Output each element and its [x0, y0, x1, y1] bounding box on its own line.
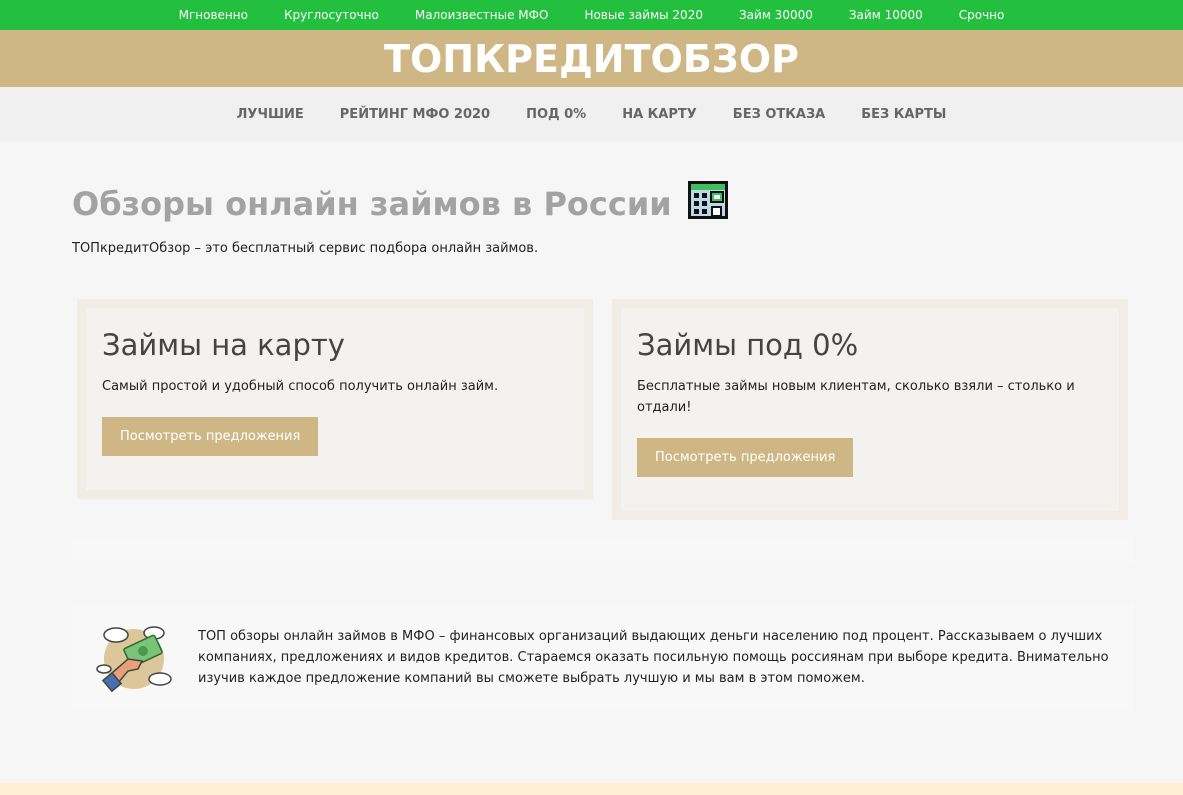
topnav-link-loan-10000[interactable]: Займ 10000 — [831, 0, 941, 30]
bank-building-icon — [686, 179, 730, 229]
view-offers-button[interactable]: Посмотреть предложения — [102, 417, 319, 456]
mainnav-item-no-refusal[interactable]: БЕЗ ОТКАЗА — [715, 107, 843, 122]
topnav-link-urgent[interactable]: Срочно — [941, 0, 1023, 30]
card-loans-zero-percent: Займы под 0% Бесплатные займы новым клие… — [612, 299, 1128, 520]
about-text: ТОП обзоры онлайн займов в МФО – финансо… — [198, 628, 1109, 686]
site-logo-text[interactable]: ТОПКРЕДИТОБЗОР — [384, 37, 799, 81]
mainnav-item-best[interactable]: ЛУЧШИЕ — [219, 107, 322, 122]
about-block: ТОП обзоры онлайн займов в МФО – финансо… — [72, 603, 1134, 711]
divider-strip — [72, 537, 1134, 563]
card-body: Займы на карту Самый простой и удобный с… — [86, 308, 584, 490]
card-title: Займы под 0% — [637, 328, 859, 362]
topnav-link-instant[interactable]: Мгновенно — [161, 0, 266, 30]
mainnav-item-zero-percent[interactable]: ПОД 0% — [508, 107, 604, 122]
card-title: Займы на карту — [102, 328, 345, 362]
site-lead-text: ТОПкредитОбзор – это бесплатный сервис п… — [72, 241, 539, 256]
top-link-bar: Мгновенно Круглосуточно Малоизвестные МФ… — [0, 0, 1183, 30]
hand-with-money-illustration — [72, 603, 198, 711]
topnav-link-24h[interactable]: Круглосуточно — [266, 0, 397, 30]
card-body: Займы под 0% Бесплатные займы новым клие… — [621, 308, 1119, 511]
main-nav: ЛУЧШИЕ РЕЙТИНГ МФО 2020 ПОД 0% НА КАРТУ … — [0, 87, 1183, 141]
card-text: Бесплатные займы новым клиентам, сколько… — [637, 379, 1075, 415]
page-title: Обзоры онлайн займов в России — [72, 179, 730, 229]
mainnav-item-to-card[interactable]: НА КАРТУ — [604, 107, 715, 122]
page-title-text: Обзоры онлайн займов в России — [72, 185, 672, 223]
topnav-link-loan-30000[interactable]: Займ 30000 — [721, 0, 831, 30]
topnav-link-new-loans-2020[interactable]: Новые займы 2020 — [566, 0, 721, 30]
card-text: Самый простой и удобный способ получить … — [102, 379, 499, 394]
site-header: ТОПКРЕДИТОБЗОР — [0, 30, 1183, 87]
footer-band — [0, 783, 1183, 795]
mainnav-item-rating-2020[interactable]: РЕЙТИНГ МФО 2020 — [322, 107, 508, 122]
card-loans-to-card: Займы на карту Самый простой и удобный с… — [77, 299, 593, 499]
mainnav-item-no-card[interactable]: БЕЗ КАРТЫ — [843, 107, 964, 122]
topnav-link-little-known-mfo[interactable]: Малоизвестные МФО — [397, 0, 567, 30]
view-offers-button[interactable]: Посмотреть предложения — [637, 438, 854, 477]
